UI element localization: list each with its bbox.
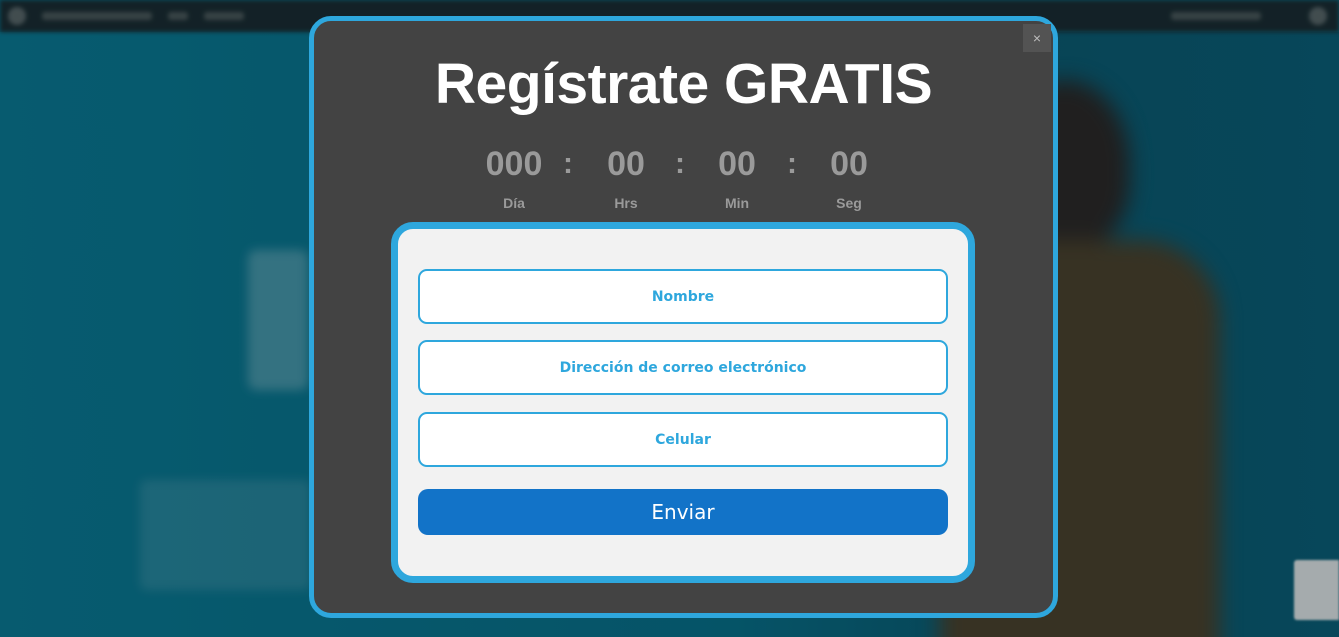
countdown-minutes-value: 00: [718, 145, 756, 183]
countdown-seconds-value: 00: [830, 145, 868, 183]
countdown-separator: :: [675, 147, 685, 180]
submit-button[interactable]: Enviar: [418, 489, 948, 535]
countdown-days: 000 Día: [474, 141, 554, 211]
countdown-timer: 000 Día : 00 Hrs : 00 Min : 00 Seg: [474, 141, 894, 221]
countdown-hours: 00 Hrs: [586, 141, 666, 211]
countdown-seconds-label: Seg: [836, 195, 862, 211]
countdown-minutes-label: Min: [724, 195, 750, 211]
popup-title: Regístrate GRATIS: [434, 52, 933, 116]
name-input[interactable]: [418, 269, 948, 324]
registration-popup: × Regístrate GRATIS 000 Día : 00 Hrs : 0…: [309, 16, 1058, 618]
email-input[interactable]: [418, 340, 948, 395]
countdown-seconds: 00 Seg: [809, 141, 889, 211]
countdown-separator: :: [563, 147, 573, 180]
phone-input[interactable]: [418, 412, 948, 467]
countdown-separator: :: [787, 147, 797, 180]
countdown-hours-label: Hrs: [614, 195, 638, 211]
countdown-minutes: 00 Min: [697, 141, 777, 211]
countdown-hours-value: 00: [607, 145, 645, 183]
countdown-days-label: Día: [503, 195, 525, 211]
countdown-days-value: 000: [485, 145, 543, 183]
registration-form: Enviar: [391, 222, 975, 583]
close-button[interactable]: ×: [1023, 24, 1051, 52]
